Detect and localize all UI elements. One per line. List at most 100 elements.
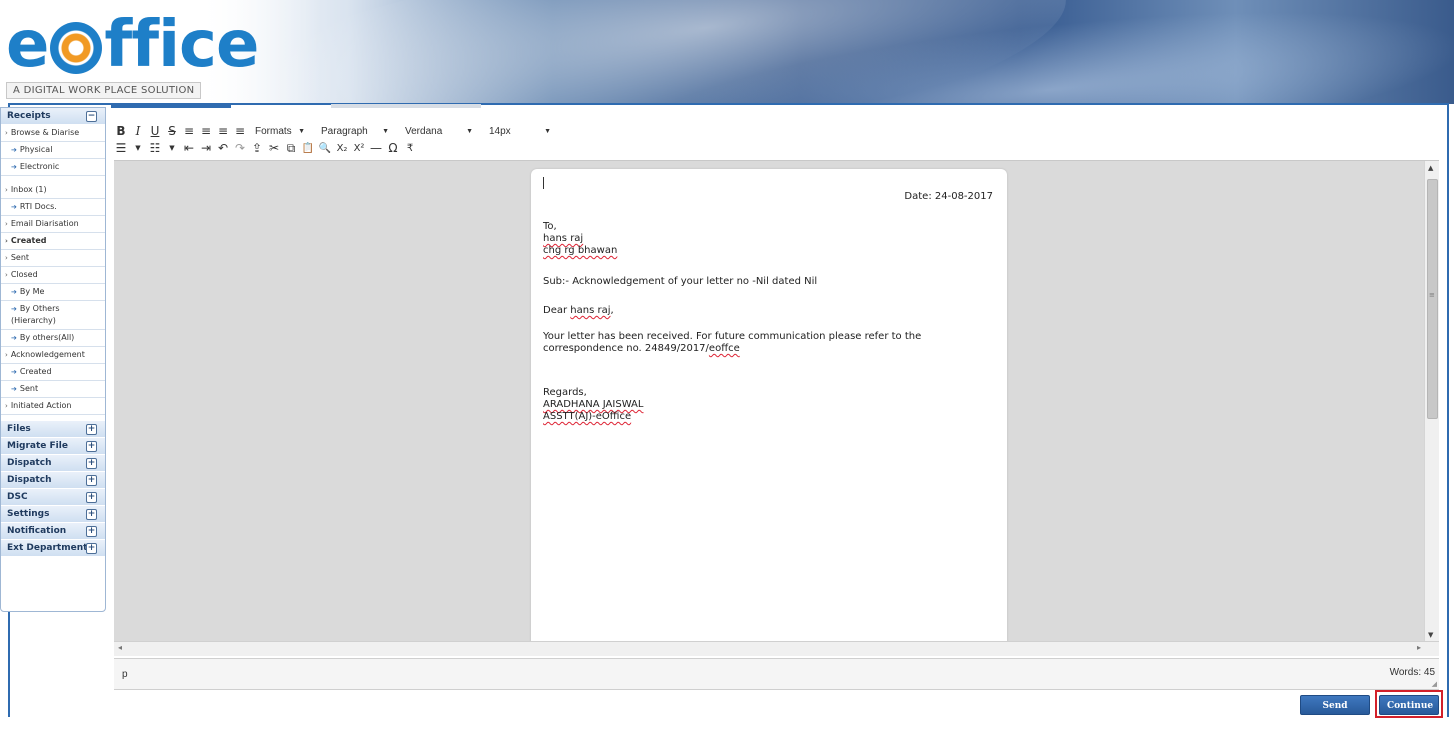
sidebar-item-inbox[interactable]: › Inbox (1) [1, 182, 105, 199]
sidebar-item-ack-created[interactable]: ➔ Created [1, 364, 105, 381]
sidebar-item-email-diarisation[interactable]: › Email Diarisation [1, 216, 105, 233]
sidebar-section-migrate-file[interactable]: Migrate File + [1, 438, 105, 455]
expand-icon[interactable]: + [86, 492, 97, 503]
arrow-icon: ➔ [11, 385, 17, 393]
horizontal-rule-icon[interactable]: — [369, 140, 383, 156]
sidebar-item-by-others-all[interactable]: ➔ By others(All) [1, 330, 105, 347]
expand-icon[interactable]: + [86, 424, 97, 435]
sidebar-item-by-others-hierarchy[interactable]: ➔ By Others (Hierarchy) [1, 301, 105, 330]
body-line: correspondence no. 24849/2017/eoffce [543, 343, 921, 355]
horizontal-scrollbar[interactable]: ◂ ▸ [114, 641, 1439, 656]
formats-dropdown[interactable]: Formats ▼ [250, 123, 310, 139]
sidebar-item-label: Browse & Diarise [10, 128, 80, 137]
scroll-left-icon[interactable]: ◂ [118, 643, 122, 652]
sidebar-item-browse-diarise[interactable]: › Browse & Diarise [1, 125, 105, 142]
sidebar-item-sent[interactable]: › Sent [1, 250, 105, 267]
undo-icon[interactable]: ↶ [216, 140, 230, 156]
superscript-icon[interactable]: X² [352, 140, 366, 156]
expand-icon[interactable]: + [86, 458, 97, 469]
special-char-icon[interactable]: Ω [386, 140, 400, 156]
copy-icon[interactable]: ⧉ [284, 140, 298, 156]
letter-subject: Sub:- Acknowledgement of your letter no … [543, 276, 818, 287]
body-line-prefix: correspondence no. 24849/2017/ [543, 343, 709, 354]
chevron-down-icon[interactable]: ▼ [165, 140, 179, 156]
scroll-down-icon[interactable]: ▼ [1428, 631, 1433, 639]
logo-letters-ffice: ffice [104, 8, 259, 82]
italic-button[interactable]: I [131, 123, 145, 139]
sidebar-section-receipts[interactable]: Receipts − [1, 108, 105, 125]
recipient-name: hans raj [543, 233, 584, 244]
underline-button[interactable]: U [148, 123, 162, 139]
scroll-right-icon[interactable]: ▸ [1417, 643, 1421, 652]
continue-button[interactable]: Continue [1379, 695, 1439, 715]
bullet-icon: › [5, 129, 8, 137]
sidebar-section-ext-department[interactable]: Ext Department + [1, 540, 105, 557]
align-justify-icon[interactable]: ≡ [233, 123, 247, 139]
sidebar-section-dsc[interactable]: DSC + [1, 489, 105, 506]
paste-icon[interactable]: 📋 [301, 140, 315, 156]
indent-icon[interactable]: ⇥ [199, 140, 213, 156]
strikethrough-button[interactable]: S [165, 123, 179, 139]
tab-strip [111, 104, 481, 108]
sidebar-item-label: Closed [10, 270, 38, 279]
font-size-select[interactable]: 14px ▼ [484, 123, 556, 139]
element-path[interactable]: p [122, 669, 128, 680]
sidebar-item-electronic[interactable]: ➔ Electronic [1, 159, 105, 176]
sidebar-section-files[interactable]: Files + [1, 421, 105, 438]
expand-icon[interactable]: + [86, 509, 97, 520]
letter-document[interactable]: Date: 24-08-2017 To, hans raj chg rg bha… [531, 169, 1007, 642]
caret-down-icon: ▼ [466, 127, 473, 135]
editor-canvas[interactable]: Date: 24-08-2017 To, hans raj chg rg bha… [114, 160, 1439, 642]
resize-handle-icon[interactable]: ◢ [1432, 680, 1437, 688]
outdent-icon[interactable]: ⇤ [182, 140, 196, 156]
bullet-icon: › [5, 186, 8, 194]
collapse-icon[interactable]: − [86, 111, 97, 122]
sidebar-item-label: Electronic [19, 162, 60, 171]
align-right-icon[interactable]: ≡ [216, 123, 230, 139]
section-label: Dispatch [7, 475, 52, 485]
arrow-icon: ➔ [11, 163, 17, 171]
section-label: Receipts [7, 111, 51, 121]
sidebar: Receipts − › Browse & Diarise ➔ Physical ➔… [0, 107, 106, 612]
align-center-icon[interactable]: ≡ [199, 123, 213, 139]
formats-label: Formats [255, 125, 292, 137]
vertical-scrollbar[interactable]: ▲ ≡ ▼ [1424, 161, 1439, 642]
bullet-list-icon[interactable]: ☰ [114, 140, 128, 156]
align-left-icon[interactable]: ≡ [182, 123, 196, 139]
sidebar-item-created[interactable]: › Created [1, 233, 105, 250]
upload-icon[interactable]: ⇪ [250, 140, 264, 156]
paragraph-select[interactable]: Paragraph ▼ [316, 123, 394, 139]
sidebar-section-dispatch[interactable]: Dispatch + [1, 455, 105, 472]
sidebar-section-settings[interactable]: Settings + [1, 506, 105, 523]
sidebar-item-physical[interactable]: ➔ Physical [1, 142, 105, 159]
bullet-icon: › [5, 402, 8, 410]
sidebar-item-rti-docs[interactable]: ➔ RTI Docs. [1, 199, 105, 216]
logo-at-icon [50, 22, 103, 74]
inactive-tab-edge[interactable] [331, 104, 481, 108]
expand-icon[interactable]: + [86, 441, 97, 452]
expand-icon[interactable]: + [86, 543, 97, 554]
font-family-select[interactable]: Verdana ▼ [400, 123, 478, 139]
chevron-down-icon[interactable]: ▼ [131, 140, 145, 156]
sidebar-item-label: Inbox (1) [10, 185, 47, 194]
scroll-up-icon[interactable]: ▲ [1428, 164, 1433, 172]
send-later-button[interactable]: Send Later [1300, 695, 1370, 731]
scrollbar-thumb[interactable] [1427, 179, 1438, 419]
numbered-list-icon[interactable]: ☷ [148, 140, 162, 156]
sidebar-item-closed[interactable]: › Closed [1, 267, 105, 284]
expand-icon[interactable]: + [86, 526, 97, 537]
sidebar-section-notification[interactable]: Notification + [1, 523, 105, 540]
sidebar-item-by-me[interactable]: ➔ By Me [1, 284, 105, 301]
sidebar-item-ack-sent[interactable]: ➔ Sent [1, 381, 105, 398]
active-tab-edge[interactable] [111, 104, 231, 108]
rupee-icon[interactable]: ₹ [403, 140, 417, 156]
sidebar-item-acknowledgement[interactable]: › Acknowledgement [1, 347, 105, 364]
subscript-icon[interactable]: X₂ [335, 140, 349, 156]
expand-icon[interactable]: + [86, 475, 97, 486]
sidebar-section-dispatch-2[interactable]: Dispatch + [1, 472, 105, 489]
redo-icon[interactable]: ↷ [233, 140, 247, 156]
cut-icon[interactable]: ✂ [267, 140, 281, 156]
sidebar-item-initiated-action[interactable]: › Initiated Action [1, 398, 105, 415]
find-replace-icon[interactable]: 🔍 [318, 140, 332, 156]
bold-button[interactable]: B [114, 123, 128, 139]
